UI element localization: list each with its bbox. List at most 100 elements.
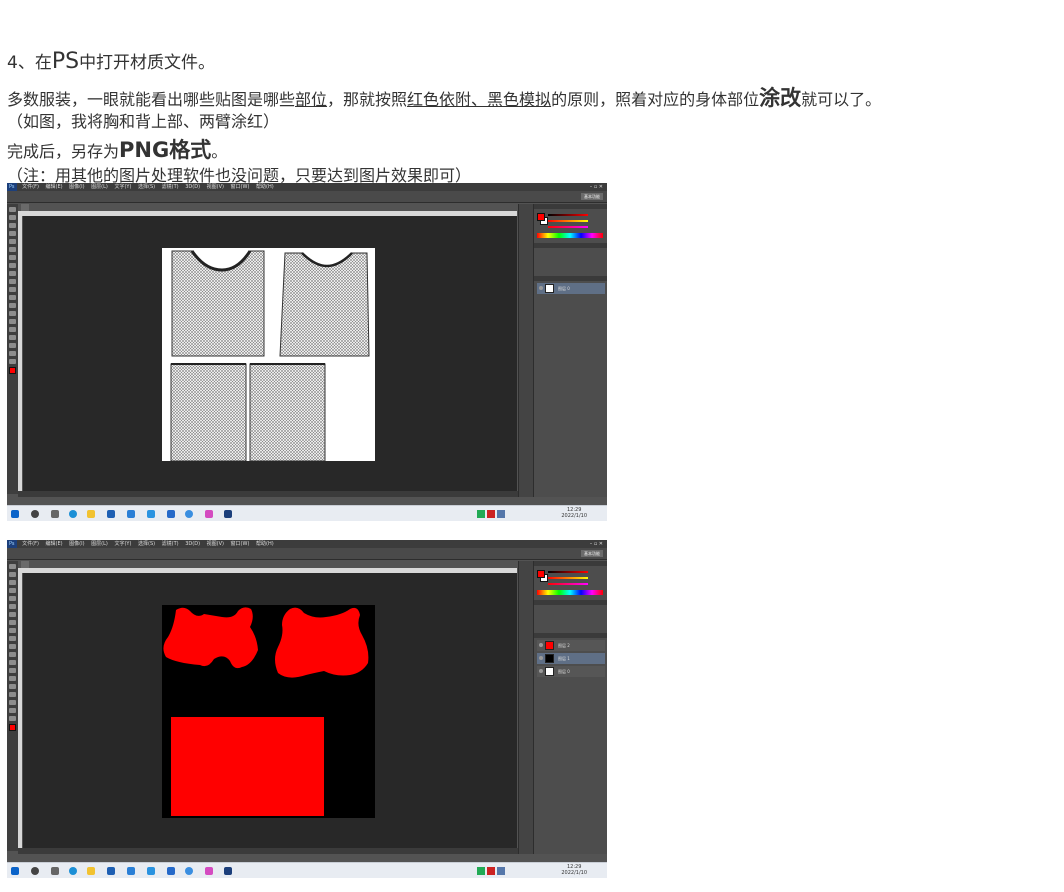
menu-item[interactable]: 滤镜(T) [162,183,179,191]
path-select-tool-icon[interactable] [9,335,16,340]
crop-tool-icon[interactable] [9,596,16,601]
menu-item[interactable]: 3D(D) [185,183,200,191]
foreground-color-swatch[interactable] [9,724,16,731]
green-slider[interactable] [548,577,588,579]
eye-icon[interactable] [539,669,543,673]
blur-tool-icon[interactable] [9,303,16,308]
menu-item[interactable]: 视图(V) [207,540,224,548]
type-tool-icon[interactable] [9,684,16,689]
window-controls[interactable]: – ▫ ✕ [590,540,603,548]
menu-item[interactable]: 文件(F) [22,183,39,191]
quick-select-tool-icon[interactable] [9,588,16,593]
zoom-tool-icon[interactable] [9,716,16,721]
mail-icon[interactable] [127,867,135,875]
dodge-tool-icon[interactable] [9,668,16,673]
edge-browser-icon[interactable] [69,867,77,875]
pen-tool-icon[interactable] [9,319,16,324]
menu-item[interactable]: 文字(Y) [114,183,131,191]
document-tab[interactable] [21,561,29,568]
color-panel[interactable] [534,209,607,243]
eye-icon[interactable] [539,643,543,647]
pen-tool-icon[interactable] [9,676,16,681]
stamp-tool-icon[interactable] [9,271,16,276]
lasso-tool-icon[interactable] [9,223,16,228]
eraser-tool-icon[interactable] [9,287,16,292]
layer-row[interactable]: 图层 0 [537,283,605,294]
shape-tool-icon[interactable] [9,343,16,348]
brush-tool-icon[interactable] [9,263,16,268]
menu-item[interactable]: 选择(S) [138,540,155,548]
menu-item[interactable]: 编辑(E) [46,183,63,191]
windows-start-icon[interactable] [11,510,19,518]
menu-item[interactable]: 帮助(H) [256,183,274,191]
system-tray-icons[interactable] [477,867,547,875]
menu-item[interactable]: 图像(I) [69,183,84,191]
red-slider[interactable] [548,571,588,573]
app-icon[interactable] [185,867,193,875]
document-canvas[interactable] [162,248,375,462]
menu-item[interactable]: 图层(L) [91,540,108,548]
menu-item[interactable]: 图层(L) [91,183,108,191]
app-icon[interactable] [147,510,155,518]
menu-item[interactable]: 3D(D) [185,540,200,548]
app-icon[interactable] [167,867,175,875]
edge-browser-icon[interactable] [69,510,77,518]
history-brush-tool-icon[interactable] [9,279,16,284]
workspace-selector[interactable]: 基本功能 [581,193,603,200]
window-controls[interactable]: – ▫ ✕ [590,183,603,191]
document-canvas[interactable] [162,605,375,818]
layer-row[interactable]: 图层 2 [537,640,605,651]
adjustments-panel[interactable] [534,248,607,276]
hand-tool-icon[interactable] [9,351,16,356]
foreground-color-swatch[interactable] [537,570,545,578]
gradient-tool-icon[interactable] [9,295,16,300]
mail-icon[interactable] [127,510,135,518]
eraser-tool-icon[interactable] [9,644,16,649]
workspace-selector[interactable]: 基本功能 [581,550,603,557]
lasso-tool-icon[interactable] [9,580,16,585]
canvas-area[interactable] [23,216,517,491]
menu-item[interactable]: 文件(F) [22,540,39,548]
app-icon[interactable] [205,867,213,875]
eye-icon[interactable] [539,286,543,290]
brush-tool-icon[interactable] [9,620,16,625]
blue-slider[interactable] [548,583,588,585]
search-icon[interactable] [31,867,39,875]
move-tool-icon[interactable] [9,207,16,212]
history-brush-tool-icon[interactable] [9,636,16,641]
system-tray-icons[interactable] [477,510,547,518]
app-icon[interactable] [167,510,175,518]
menu-item[interactable]: 窗口(W) [231,540,250,548]
color-spectrum[interactable] [537,233,603,238]
store-icon[interactable] [107,510,115,518]
menu-item[interactable]: 窗口(W) [231,183,250,191]
menu-item[interactable]: 视图(V) [207,183,224,191]
healing-tool-icon[interactable] [9,255,16,260]
path-select-tool-icon[interactable] [9,692,16,697]
canvas-area[interactable] [23,573,517,848]
app-icon[interactable] [185,510,193,518]
red-slider[interactable] [548,214,588,216]
color-spectrum[interactable] [537,590,603,595]
store-icon[interactable] [107,867,115,875]
marquee-tool-icon[interactable] [9,215,16,220]
adjustments-panel[interactable] [534,605,607,633]
move-tool-icon[interactable] [9,564,16,569]
app-icon[interactable] [147,867,155,875]
app-icon[interactable] [205,510,213,518]
healing-tool-icon[interactable] [9,612,16,617]
search-icon[interactable] [31,510,39,518]
marquee-tool-icon[interactable] [9,572,16,577]
menu-item[interactable]: 编辑(E) [46,540,63,548]
menu-item[interactable]: 滤镜(T) [162,540,179,548]
gradient-tool-icon[interactable] [9,652,16,657]
task-view-icon[interactable] [51,867,59,875]
windows-start-icon[interactable] [11,867,19,875]
shape-tool-icon[interactable] [9,700,16,705]
quick-select-tool-icon[interactable] [9,231,16,236]
eyedropper-tool-icon[interactable] [9,604,16,609]
color-panel[interactable] [534,566,607,600]
file-explorer-icon[interactable] [87,867,95,875]
layer-row[interactable]: 图层 0 [537,666,605,677]
crop-tool-icon[interactable] [9,239,16,244]
